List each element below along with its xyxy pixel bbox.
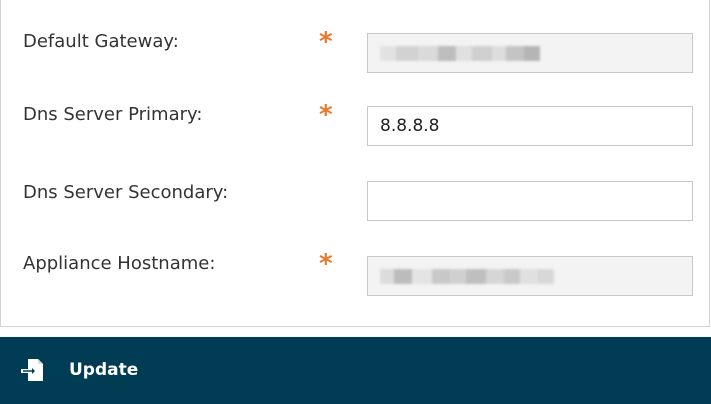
default-gateway-label: Default Gateway: [23,31,179,52]
required-marker: * [319,27,333,57]
default-gateway-field[interactable] [367,33,693,73]
network-settings-panel: Default Gateway: * Dns Server Primary: *… [0,0,710,327]
default-gateway-row: Default Gateway: * [1,27,709,77]
dns-primary-label: Dns Server Primary: [23,104,203,125]
update-button-label: Update [69,360,139,380]
required-marker: * [319,100,333,130]
dns-secondary-label: Dns Server Secondary: [23,182,229,203]
dns-secondary-row: Dns Server Secondary: [1,176,709,226]
required-marker: * [319,249,333,279]
dns-primary-row: Dns Server Primary: * [1,98,709,148]
dns-primary-input[interactable] [367,106,693,146]
import-file-icon [21,359,43,381]
update-button[interactable]: Update [0,337,711,404]
redacted-value [380,46,540,61]
redacted-value [380,269,554,284]
appliance-hostname-label: Appliance Hostname: [23,253,216,274]
appliance-hostname-field[interactable] [367,256,693,296]
appliance-hostname-row: Appliance Hostname: * [1,249,709,299]
dns-secondary-input[interactable] [367,181,693,221]
